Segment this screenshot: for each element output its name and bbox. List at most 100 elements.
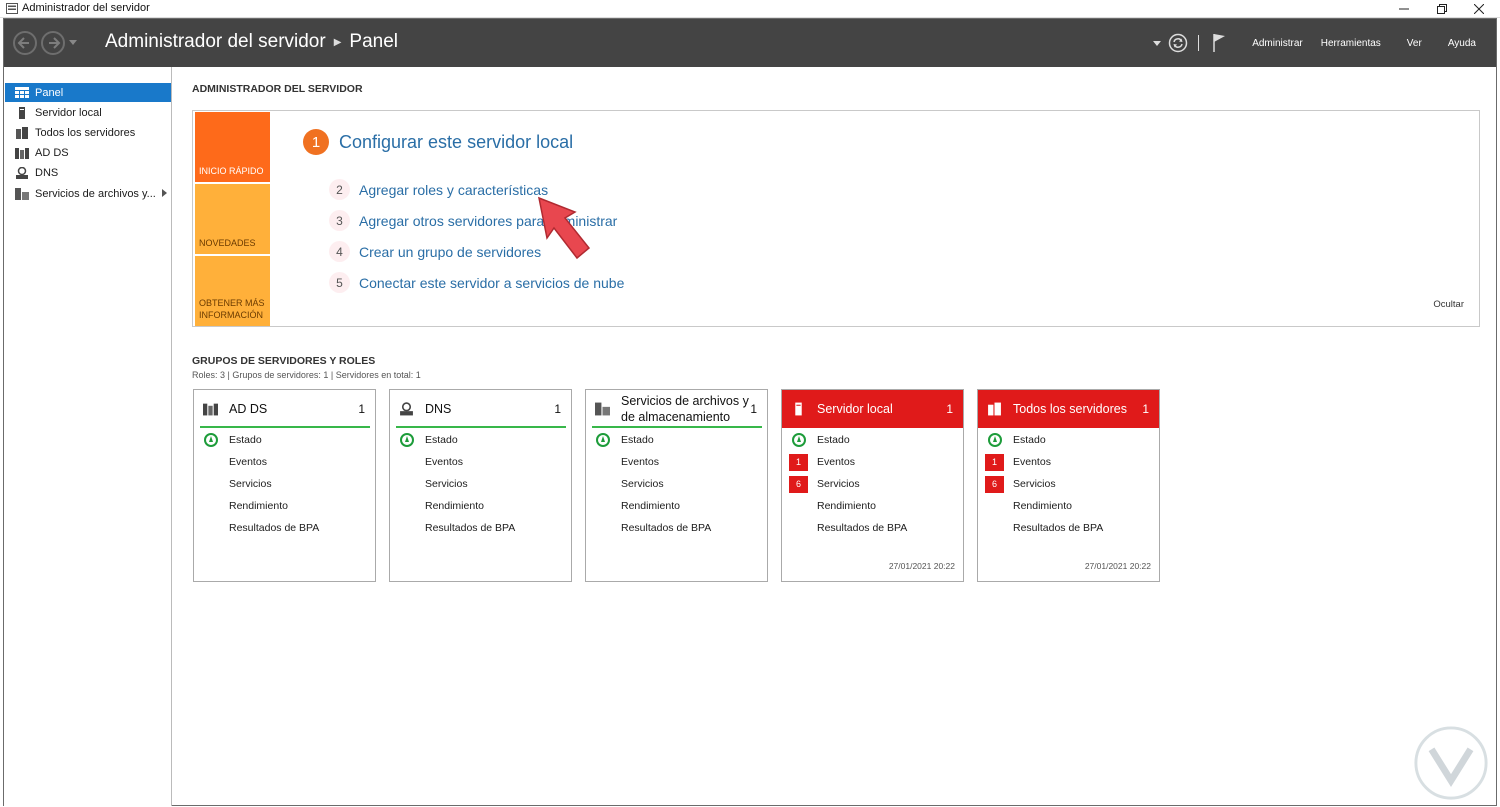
row-bpa[interactable]: Resultados de BPA [390, 518, 571, 538]
row-label: Rendimiento [1013, 500, 1072, 512]
row-eventos[interactable]: 1 Eventos [782, 452, 963, 472]
step-create-group[interactable]: 4 Crear un grupo de servidores [329, 241, 541, 262]
toolbar-divider [1198, 35, 1200, 51]
row-label: Resultados de BPA [621, 522, 712, 534]
row-label: Eventos [229, 456, 267, 468]
minimize-button[interactable] [1387, 0, 1421, 18]
card-header[interactable]: Servidor local 1 [782, 390, 963, 428]
row-servicios[interactable]: 6 Servicios [782, 474, 963, 494]
step-link[interactable]: Crear un grupo de servidores [359, 244, 541, 260]
row-eventos[interactable]: Eventos [194, 452, 375, 472]
menu-herramientas[interactable]: Herramientas [1313, 38, 1389, 49]
row-label: Servicios [621, 478, 664, 490]
row-eventos[interactable]: Eventos [390, 452, 571, 472]
row-estado[interactable]: Estado [194, 430, 375, 450]
row-estado[interactable]: Estado [978, 430, 1159, 450]
card-header[interactable]: Todos los servidores 1 [978, 390, 1159, 428]
menu-administrar[interactable]: Administrar [1244, 38, 1311, 49]
sidebar-item-label: Servicios de archivos y... [35, 187, 156, 200]
step-number: 5 [329, 272, 350, 293]
sidebar-item-label: AD DS [35, 146, 69, 159]
back-arrow-icon [17, 37, 29, 49]
row-bpa[interactable]: Resultados de BPA [586, 518, 767, 538]
server-icon [795, 402, 802, 416]
hide-welcome-link[interactable]: Ocultar [1433, 299, 1464, 310]
card-dns[interactable]: DNS 1 Estado Eventos Servicios Rendimien… [389, 389, 572, 582]
step-number: 3 [329, 210, 350, 231]
close-button[interactable] [1462, 0, 1496, 18]
card-ad-ds[interactable]: AD DS 1 Estado Eventos Servicios Rendimi… [193, 389, 376, 582]
row-rendimiento[interactable]: Rendimiento [586, 496, 767, 516]
row-servicios[interactable]: Servicios [194, 474, 375, 494]
alert-count-badge: 1 [985, 453, 1004, 471]
sidebar-item-ad-ds[interactable]: AD DS [5, 143, 171, 162]
minimize-icon [1399, 8, 1409, 10]
restore-button[interactable] [1425, 0, 1459, 18]
row-eventos[interactable]: 1 Eventos [978, 452, 1159, 472]
row-servicios[interactable]: 6 Servicios [978, 474, 1159, 494]
card-count: 1 [554, 402, 561, 416]
row-estado[interactable]: Estado [586, 430, 767, 450]
card-title: AD DS [229, 402, 268, 416]
sidebar-item-local-server[interactable]: Servidor local [5, 103, 171, 122]
header-toolbar: Administrar Herramientas Ver Ayuda [1153, 19, 1496, 67]
step-configure-local-server[interactable]: 1 Configurar este servidor local [303, 129, 573, 155]
sidebar-item-all-servers[interactable]: Todos los servidores [5, 123, 171, 142]
card-header[interactable]: AD DS 1 [194, 390, 375, 428]
row-label: Eventos [425, 456, 463, 468]
step-link[interactable]: Conectar este servidor a servicios de nu… [359, 275, 624, 291]
row-label: Resultados de BPA [229, 522, 320, 534]
row-servicios[interactable]: Servicios [390, 474, 571, 494]
row-rendimiento[interactable]: Rendimiento [390, 496, 571, 516]
row-label: Estado [425, 434, 458, 446]
row-estado[interactable]: Estado [782, 430, 963, 450]
pointer-arrow-icon [537, 196, 591, 260]
sidebar-item-panel[interactable]: Panel [5, 83, 171, 102]
card-header[interactable]: Servicios de archivos y de almacenamient… [586, 390, 767, 428]
row-eventos[interactable]: Eventos [586, 452, 767, 472]
row-rendimiento[interactable]: Rendimiento [978, 496, 1159, 516]
step-link[interactable]: Agregar roles y características [359, 182, 548, 198]
forward-button[interactable] [41, 31, 65, 55]
row-estado[interactable]: Estado [390, 430, 571, 450]
card-file-services[interactable]: Servicios de archivos y de almacenamient… [585, 389, 768, 582]
menu-ayuda[interactable]: Ayuda [1440, 38, 1484, 49]
row-bpa[interactable]: Resultados de BPA [978, 518, 1159, 538]
groups-summary: Roles: 3 | Grupos de servidores: 1 | Ser… [192, 370, 421, 380]
row-label: Resultados de BPA [425, 522, 516, 534]
menu-ver[interactable]: Ver [1399, 38, 1430, 49]
expand-arrow-icon[interactable] [162, 189, 167, 197]
section-title-groups: GRUPOS DE SERVIDORES Y ROLES [192, 355, 376, 367]
back-button[interactable] [13, 31, 37, 55]
step-connect-cloud[interactable]: 5 Conectar este servidor a servicios de … [329, 272, 624, 293]
refresh-dropdown-icon[interactable] [1153, 40, 1162, 46]
step-link[interactable]: Configurar este servidor local [339, 132, 573, 153]
tile-whats-new[interactable]: NOVEDADES [195, 184, 270, 254]
row-label: Servicios [229, 478, 272, 490]
history-dropdown-icon[interactable] [69, 40, 77, 45]
tile-learn-more[interactable]: OBTENER MÁS INFORMACIÓN [195, 256, 270, 326]
card-local-server[interactable]: Servidor local 1 Estado 1 Eventos 6 Servic… [781, 389, 964, 582]
step-add-roles[interactable]: 2 Agregar roles y características [329, 179, 548, 200]
status-bar [200, 426, 370, 428]
step-number: 2 [329, 179, 350, 200]
refresh-icon[interactable] [1168, 33, 1188, 53]
row-servicios[interactable]: Servicios [586, 474, 767, 494]
sidebar-item-file-services[interactable]: Servicios de archivos y... [5, 184, 171, 203]
row-bpa[interactable]: Resultados de BPA [782, 518, 963, 538]
sidebar-item-dns[interactable]: DNS [5, 163, 171, 182]
row-label: Rendimiento [425, 500, 484, 512]
row-label: Estado [817, 434, 850, 446]
card-count: 1 [1142, 402, 1149, 416]
card-count: 1 [946, 402, 953, 416]
row-label: Rendimiento [817, 500, 876, 512]
tile-quick-start[interactable]: INICIO RÁPIDO [195, 112, 270, 182]
notifications-flag-icon[interactable] [1212, 33, 1226, 53]
card-header[interactable]: DNS 1 [390, 390, 571, 428]
row-rendimiento[interactable]: Rendimiento [194, 496, 375, 516]
card-all-servers[interactable]: Todos los servidores 1 Estado 1 Eventos 6… [977, 389, 1160, 582]
row-rendimiento[interactable]: Rendimiento [782, 496, 963, 516]
step-number: 4 [329, 241, 350, 262]
breadcrumb-root[interactable]: Administrador del servidor [105, 31, 326, 53]
row-bpa[interactable]: Resultados de BPA [194, 518, 375, 538]
